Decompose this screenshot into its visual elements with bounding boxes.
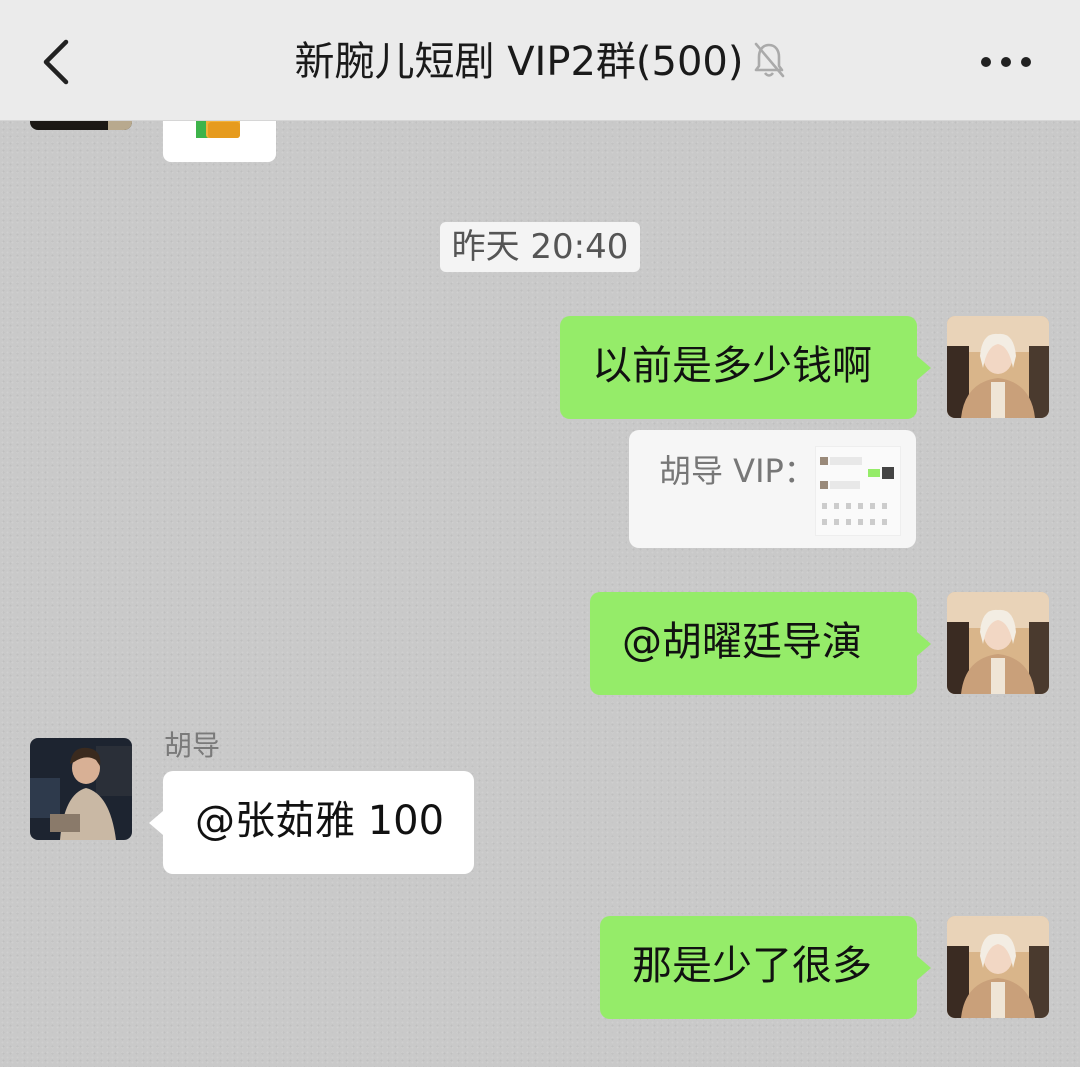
bell-slash-icon (754, 42, 784, 78)
avatar[interactable] (947, 916, 1049, 1018)
message-text: 那是少了很多 (632, 943, 872, 989)
quoted-message[interactable]: 胡导 VIP： (629, 430, 916, 548)
avatar[interactable] (30, 738, 132, 840)
chat-header: 新腕儿短剧 VIP2群(500) (0, 0, 1080, 121)
ellipsis-icon[interactable] (976, 40, 1040, 84)
message-text: 以前是多少钱啊 (592, 343, 872, 389)
message-bubble[interactable]: @胡曜廷导演 (590, 592, 931, 695)
message-text: @张茹雅 100 (195, 798, 445, 844)
quoted-image-thumbnail[interactable] (815, 446, 901, 536)
avatar[interactable] (947, 316, 1049, 418)
message-bubble[interactable]: 以前是多少钱啊 (560, 316, 931, 419)
avatar[interactable] (947, 592, 1049, 694)
message-text: @胡曜廷导演 (622, 619, 862, 665)
quoted-sender: 胡导 VIP： (659, 452, 816, 490)
sender-name: 胡导 (164, 729, 221, 762)
chat-title-wrap: 新腕儿短剧 VIP2群(500) (0, 36, 1080, 88)
timestamp: 昨天 20:40 (440, 222, 640, 272)
message-bubble[interactable]: 那是少了很多 (600, 916, 931, 1019)
chat-title: 新腕儿短剧 VIP2群(500) (294, 39, 744, 85)
message-bubble[interactable]: @张茹雅 100 (149, 771, 474, 874)
